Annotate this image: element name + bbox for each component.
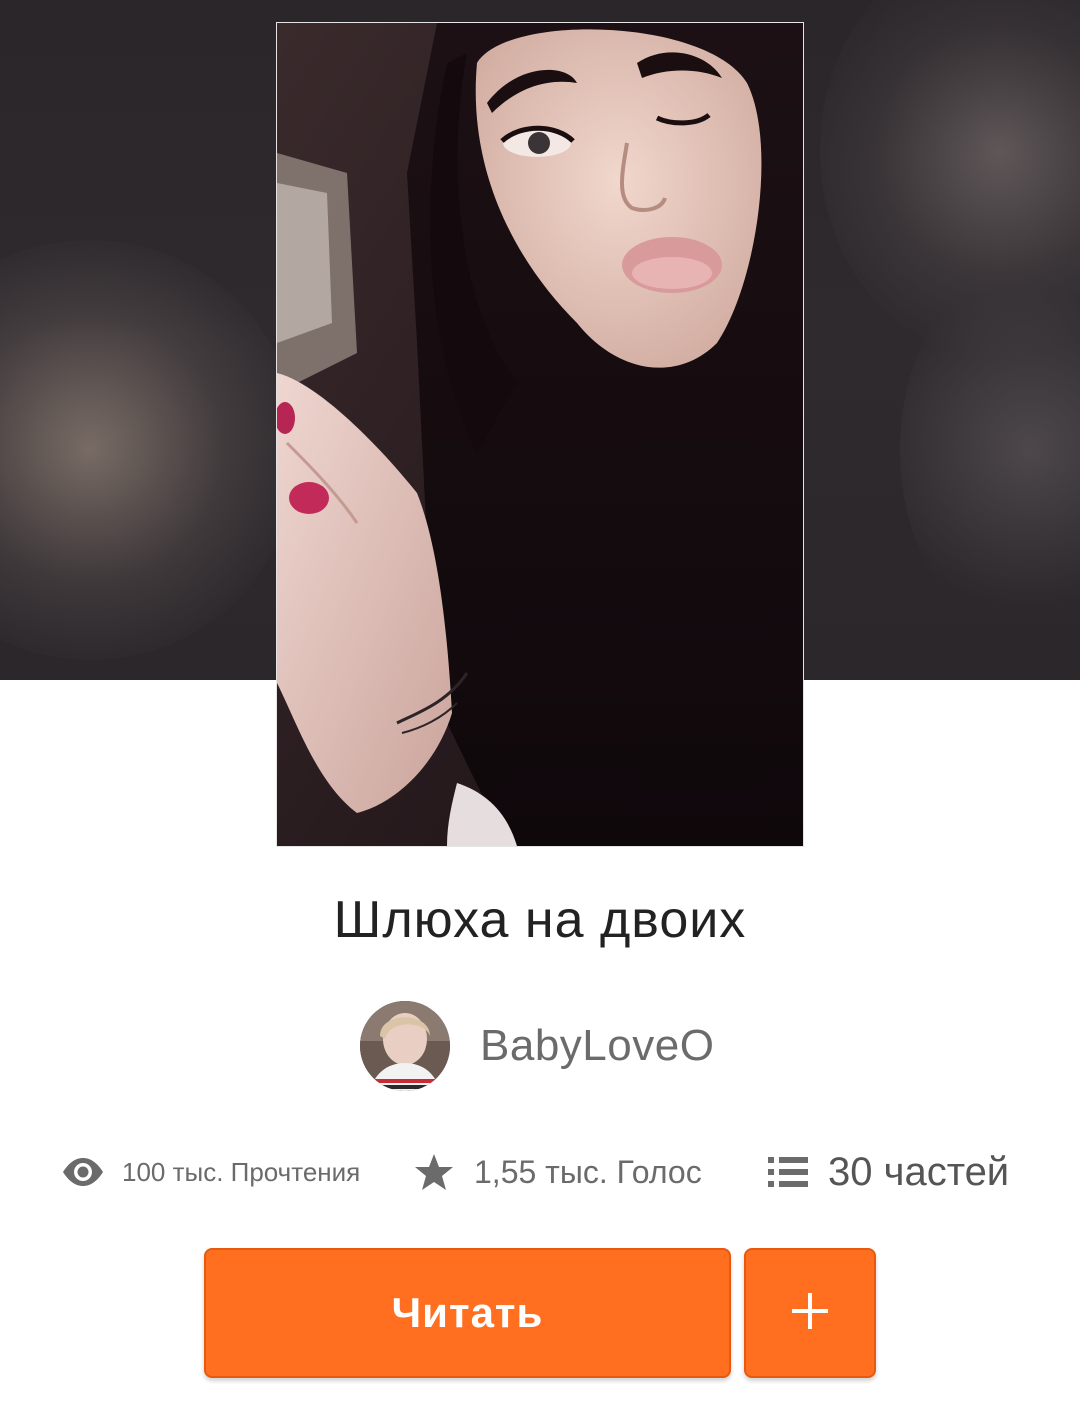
parts-count[interactable]: 30 частей (828, 1150, 1009, 1195)
story-cover[interactable] (276, 22, 804, 847)
story-title: Шлюха на двоих (333, 891, 747, 949)
read-button[interactable]: Читать (204, 1248, 731, 1378)
votes-stat: 1,55 тыс. Голос (414, 1140, 702, 1204)
cover-image (277, 23, 803, 846)
star-icon (414, 1153, 454, 1191)
author-avatar[interactable] (360, 1001, 450, 1091)
read-button-label: Читать (391, 1289, 544, 1336)
list-icon (768, 1155, 808, 1189)
add-to-library-button[interactable] (744, 1248, 876, 1378)
plus-icon (790, 1291, 830, 1336)
eye-icon (62, 1157, 104, 1187)
reads-count: 100 тыс. Прочтения (122, 1156, 361, 1187)
parts-stat[interactable]: 30 частей (768, 1140, 1009, 1204)
author-name[interactable]: BabyLoveO (480, 1021, 714, 1071)
reads-stat: 100 тыс. Прочтения (62, 1140, 360, 1204)
story-stats: 100 тыс. Прочтения 1,55 тыс. Голос 30 ча… (0, 1140, 1080, 1204)
author-link[interactable]: BabyLoveO (360, 1000, 714, 1092)
votes-count: 1,55 тыс. Голос (474, 1153, 702, 1190)
